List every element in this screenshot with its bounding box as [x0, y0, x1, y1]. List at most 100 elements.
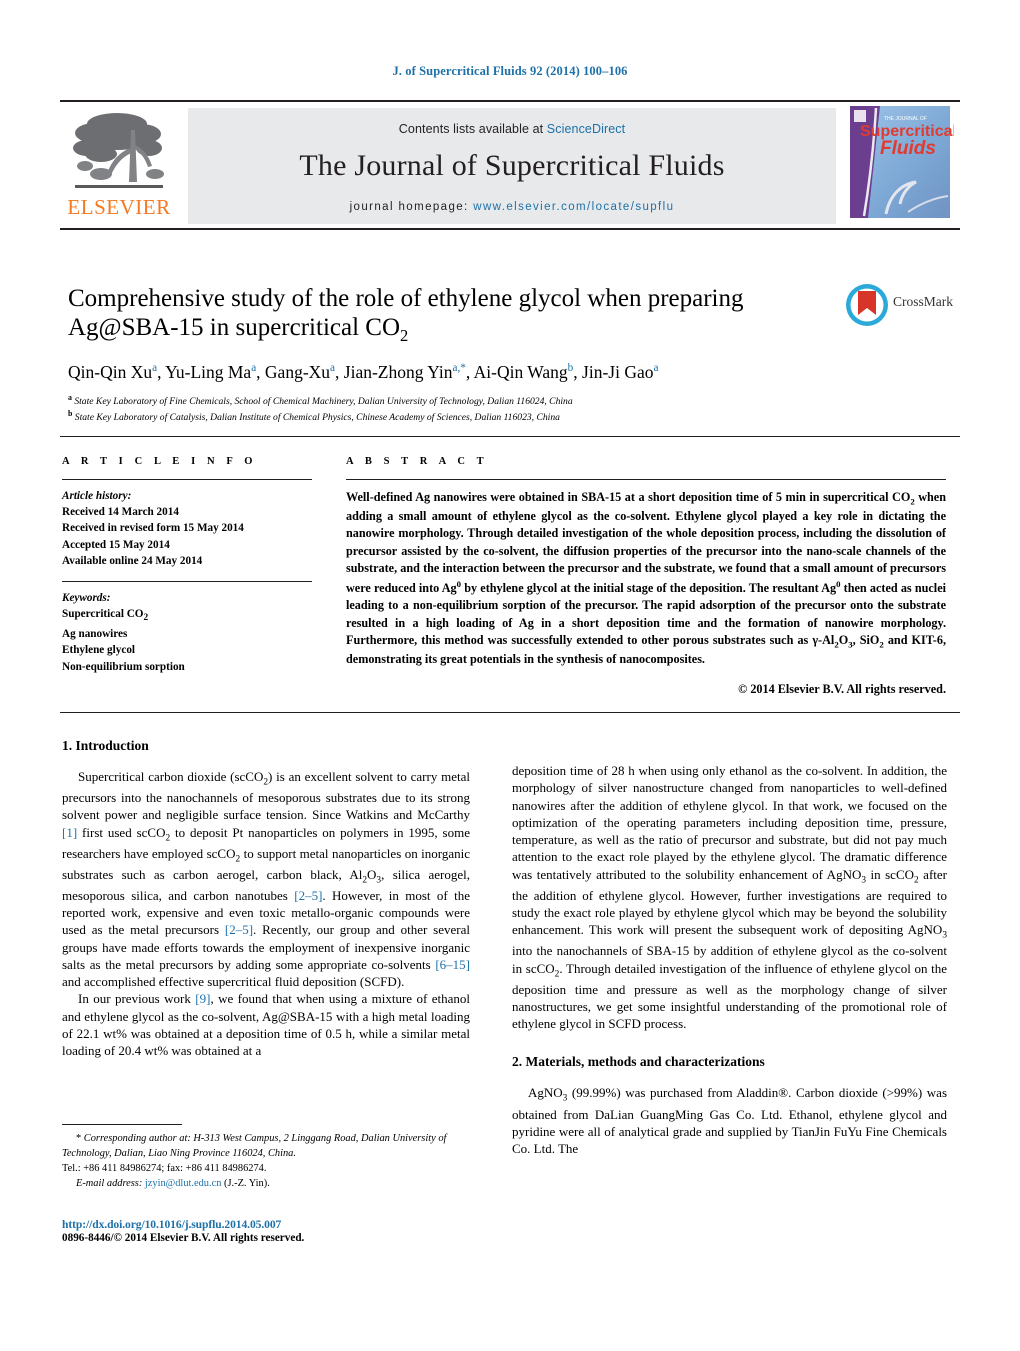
contents-available-line: Contents lists available at ScienceDirec… — [188, 108, 836, 136]
keyword-item: Ag nanowires — [62, 628, 128, 641]
citation-link[interactable]: [9] — [195, 991, 210, 1006]
email-label: E-mail address: — [76, 1178, 143, 1190]
author-affil-marker: b — [567, 361, 574, 374]
history-item: Accepted 15 May 2014 — [62, 538, 170, 551]
journal-cover-thumbnail: THE JOURNAL OF Supercritical Fluids — [846, 100, 960, 228]
homepage-url-link[interactable]: www.elsevier.com/locate/supflu — [473, 201, 674, 213]
title-line-2: Ag@SBA-15 in supercritical CO — [68, 314, 401, 342]
abstract-heading: A B S T R A C T — [346, 456, 489, 467]
history-item: Received 14 March 2014 — [62, 506, 179, 519]
abstract-block: A B S T R A C T Well-defined Ag nanowire… — [346, 456, 946, 697]
section-heading-materials: 2. Materials, methods and characterizati… — [512, 1054, 765, 1070]
homepage-label: journal homepage: — [349, 201, 474, 213]
author-affil-marker: a — [653, 361, 659, 374]
crossmark-icon — [846, 284, 888, 326]
crossmark-label: CrossMark — [893, 294, 953, 309]
intro-paragraph-2-part2: deposition time of 28 h when using only … — [512, 763, 948, 1032]
keywords-label: Keywords: — [62, 592, 111, 605]
doi-block: http://dx.doi.org/10.1016/j.supflu.2014.… — [62, 1218, 482, 1244]
affiliation-item: a State Key Laboratory of Fine Chemicals… — [68, 392, 838, 409]
footnote-block: * Corresponding author at: H-313 West Ca… — [62, 1124, 470, 1191]
article-info-heading: A R T I C L E I N F O — [62, 456, 258, 467]
article-history-label: Article history: — [62, 490, 132, 502]
article-info-divider — [62, 581, 312, 583]
author-affil-marker: a — [152, 361, 158, 374]
author-item[interactable]: Ai-Qin Wangb — [474, 362, 574, 382]
keyword-item: Ethylene glycol — [62, 644, 136, 657]
telephone-note: Tel.: +86 411 84986274; fax: +86 411 849… — [62, 1163, 267, 1175]
affiliation-text: State Key Laboratory of Catalysis, Dalia… — [74, 412, 560, 424]
section-heading-introduction: 1. Introduction — [62, 738, 149, 753]
article-info-block: A R T I C L E I N F O Article history: R… — [62, 456, 312, 675]
citation-link[interactable]: [2–5] — [225, 922, 253, 937]
author-name: Ai-Qin Wang — [473, 361, 568, 382]
journal-homepage-line: journal homepage: www.elsevier.com/locat… — [188, 201, 836, 213]
footnote-rule — [62, 1124, 182, 1125]
materials-paragraph-1: AgNO3 (99.99%) was purchased from Aladdi… — [512, 1085, 947, 1157]
affiliation-item: b State Key Laboratory of Catalysis, Dal… — [68, 408, 838, 425]
author-affil-marker: a,* — [452, 361, 466, 374]
intro-paragraph-1: Supercritical carbon dioxide (scCO2) is … — [62, 769, 470, 990]
author-item[interactable]: Gang-Xua — [265, 362, 335, 382]
abstract-heading-rule — [346, 479, 946, 480]
elsevier-logo: ELSEVIER — [60, 108, 178, 224]
issn-copyright-line: 0896-8446/© 2014 Elsevier B.V. All right… — [62, 1232, 305, 1244]
corresponding-author-text: Corresponding author at: H-313 West Camp… — [62, 1133, 447, 1160]
masthead-rule-top — [60, 100, 960, 102]
email-note: E-mail address: jzyin@dlut.edu.cn (J.-Z.… — [62, 1176, 470, 1191]
journal-masthead: ELSEVIER Contents lists available at Sci… — [60, 100, 960, 230]
author-name: Qin-Qin Xu — [68, 361, 153, 382]
history-item: Received in revised form 15 May 2014 — [62, 522, 244, 535]
crossmark-badge[interactable]: CrossMark — [845, 283, 955, 327]
citation-link[interactable]: [6–15] — [435, 957, 470, 972]
body-column-right: deposition time of 28 h when using only … — [512, 762, 947, 1157]
info-block-bottom-rule — [60, 712, 960, 713]
running-head: J. of Supercritical Fluids 92 (2014) 100… — [392, 64, 628, 78]
author-name: Jin-Ji Gao — [582, 361, 654, 382]
author-item[interactable]: Qin-Qin Xua — [68, 362, 157, 382]
paper-page: J. of Supercritical Fluids 92 (2014) 100… — [0, 0, 1020, 1351]
author-affil-marker: a — [251, 361, 257, 374]
info-block-top-rule — [60, 436, 960, 437]
abstract-copyright: © 2014 Elsevier B.V. All rights reserved… — [738, 681, 946, 696]
doi-link[interactable]: http://dx.doi.org/10.1016/j.supflu.2014.… — [62, 1218, 482, 1231]
affiliation-list: a State Key Laboratory of Fine Chemicals… — [68, 392, 838, 426]
page-title: Comprehensive study of the role of ethyl… — [68, 284, 838, 346]
citation-link[interactable]: [1] — [62, 825, 77, 840]
citation-link[interactable]: [2–5] — [294, 888, 322, 903]
title-line-1: Comprehensive study of the role of ethyl… — [68, 285, 744, 312]
journal-cover-image: THE JOURNAL OF Supercritical Fluids — [846, 102, 954, 228]
keyword-item: Supercritical CO2 — [62, 608, 149, 624]
keywords-group: Keywords: Supercritical CO2 Ag nanowires… — [62, 590, 312, 675]
email-link[interactable]: jzyin@dlut.edu.cn — [145, 1178, 222, 1189]
journal-title: The Journal of Supercritical Fluids — [299, 149, 725, 182]
author-item[interactable]: Jian-Zhong Yina,* — [344, 362, 466, 382]
svg-text:THE JOURNAL OF: THE JOURNAL OF — [884, 116, 927, 122]
author-item[interactable]: Jin-Ji Gaoa — [582, 362, 658, 382]
elsevier-tree-icon — [73, 113, 164, 188]
author-affil-marker: a — [330, 361, 336, 374]
title-subscript: 2 — [400, 326, 409, 346]
body-column-left: 1. Introduction Supercritical carbon dio… — [62, 738, 470, 1060]
svg-text:Fluids: Fluids — [880, 138, 936, 159]
affiliation-marker: a — [68, 392, 72, 402]
author-item[interactable]: Yu-Ling Maa — [165, 362, 256, 382]
sciencedirect-link[interactable]: ScienceDirect — [547, 122, 625, 136]
email-owner: (J.-Z. Yin). — [224, 1178, 270, 1190]
author-name: Jian-Zhong Yin — [343, 361, 453, 382]
history-item: Available online 24 May 2014 — [62, 554, 203, 567]
author-name: Yu-Ling Ma — [165, 361, 252, 382]
contents-prefix: Contents lists available at — [398, 122, 547, 136]
intro-paragraph-2-part1: In our previous work [9], we found that … — [62, 991, 470, 1059]
article-header: Comprehensive study of the role of ethyl… — [68, 284, 838, 425]
masthead-rule-bottom — [60, 228, 960, 230]
affiliation-marker: b — [68, 409, 73, 419]
affiliation-text: State Key Laboratory of Fine Chemicals, … — [74, 395, 573, 407]
corresponding-author-note: * Corresponding author at: H-313 West Ca… — [62, 1131, 470, 1161]
elsevier-wordmark: ELSEVIER — [67, 195, 171, 219]
author-name: Gang-Xu — [264, 361, 331, 382]
masthead-center-band: Contents lists available at ScienceDirec… — [188, 108, 836, 224]
article-info-heading-rule — [62, 479, 312, 480]
author-list: Qin-Qin Xua, Yu-Ling Maa, Gang-Xua, Jian… — [68, 361, 659, 382]
abstract-text: Well-defined Ag nanowires were obtained … — [346, 490, 946, 667]
